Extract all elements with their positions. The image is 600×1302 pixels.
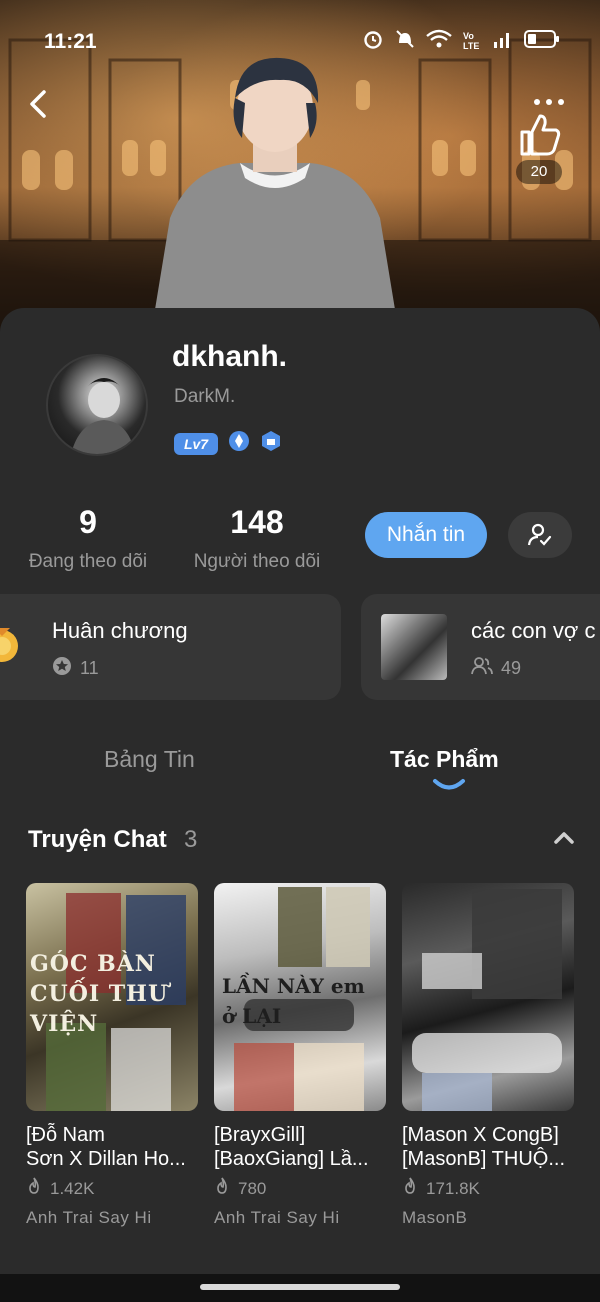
back-arrow-icon[interactable] (24, 86, 56, 122)
story-card[interactable]: [Mason X CongB] [MasonB] THUỘ... 171.8K … (402, 883, 574, 1228)
section-count: 3 (184, 826, 198, 853)
profile-banner: 11:21 Vo LTE 20 (0, 0, 600, 340)
collection-count-row: 49 (471, 656, 521, 681)
story-views-row: 1.42K (26, 1177, 198, 1200)
fire-icon (26, 1177, 42, 1200)
like-count: 20 (516, 160, 562, 184)
thumbs-badge-icon[interactable] (260, 430, 282, 457)
status-bar: 11:21 Vo LTE (0, 26, 600, 60)
following-label: Đang theo dõi (28, 551, 148, 572)
medal-count: 11 (80, 658, 99, 678)
alarm-icon (362, 28, 384, 55)
avatar-image (71, 378, 136, 454)
status-icons: Vo LTE (362, 28, 560, 55)
story-title-line1: [Mason X CongB] (402, 1124, 559, 1146)
tab-feed[interactable]: Bảng Tin (104, 746, 195, 773)
medal-count-row: 11 (52, 656, 99, 681)
medal-title: Huân chương (52, 618, 188, 643)
story-cover-text: LẦN NÀY em ở LẠI (222, 974, 365, 1028)
wifi-icon (426, 29, 452, 54)
story-title-line1: [Đỗ Nam (26, 1124, 105, 1146)
avatar[interactable] (46, 354, 148, 456)
status-time: 11:21 (44, 30, 97, 53)
following-stat[interactable]: 9 Đang theo dõi (20, 504, 156, 573)
story-cover-text: GÓC BÀN CUỐI THƯ VIỆN (30, 951, 169, 1037)
tab-indicator (433, 779, 465, 790)
story-cover (402, 883, 574, 1111)
section-title: Truyện Chat (28, 826, 167, 853)
battery-icon (524, 29, 560, 54)
followers-stat[interactable]: 148 Người theo dõi (186, 504, 328, 573)
story-views: 171.8K (426, 1178, 480, 1198)
home-indicator[interactable] (200, 1284, 400, 1290)
message-button[interactable]: Nhắn tin (365, 512, 487, 558)
thumbs-up-icon[interactable] (514, 110, 564, 160)
story-views: 1.42K (50, 1178, 95, 1198)
story-author[interactable]: MasonB (402, 1208, 574, 1228)
story-title-line2: Sơn X Dillan Ho... (26, 1148, 186, 1170)
mute-icon (394, 28, 416, 55)
navigation-bar (0, 1274, 600, 1302)
people-icon (471, 656, 493, 681)
collection-thumbnail (381, 614, 447, 680)
character-illustration (150, 57, 400, 340)
level-badge[interactable]: Lv7 (174, 432, 218, 455)
fire-icon (402, 1177, 418, 1200)
more-icon[interactable] (534, 92, 574, 112)
story-card[interactable]: GÓC BÀN CUỐI THƯ VIỆN [Đỗ Nam Sơn X Dill… (26, 883, 198, 1228)
chevron-up-icon[interactable] (552, 828, 576, 848)
story-title-line2: [BaoxGiang] Lầ... (214, 1148, 369, 1170)
story-views-row: 171.8K (402, 1177, 574, 1200)
story-author[interactable]: Anh Trai Say Hi (214, 1208, 386, 1228)
story-views: 780 (238, 1178, 267, 1198)
collection-count: 49 (501, 658, 522, 678)
story-title-line1: [BrayxGill] (214, 1124, 306, 1146)
user-handle: DarkM. (174, 386, 236, 407)
story-card[interactable]: LẦN NÀY em ở LẠI [BrayxGill] [BaoxGiang]… (214, 883, 386, 1228)
svg-text:Vo: Vo (463, 31, 474, 41)
collection-tile[interactable]: các con vợ c 49 (361, 594, 600, 700)
collection-title: các con vợ c (471, 618, 596, 643)
signal-icon (492, 29, 514, 54)
user-check-icon (527, 523, 552, 546)
following-count: 9 (79, 504, 97, 540)
followers-count: 148 (230, 504, 284, 540)
story-cover: GÓC BÀN CUỐI THƯ VIỆN (26, 883, 198, 1111)
fire-icon (214, 1177, 230, 1200)
svg-text:LTE: LTE (463, 41, 479, 50)
follow-button[interactable] (508, 512, 572, 558)
medal-tile[interactable]: Huân chương 11 (0, 594, 341, 700)
badge-row: Lv7 (174, 430, 282, 457)
medal-icon (0, 628, 18, 662)
story-views-row: 780 (214, 1177, 386, 1200)
profile-card: dkhanh. DarkM. Lv7 9 Đang theo dõi 148 N… (0, 308, 600, 1302)
star-icon (52, 656, 72, 681)
story-author[interactable]: Anh Trai Say Hi (26, 1208, 198, 1228)
volte-icon: Vo LTE (462, 28, 482, 55)
story-title-line2: [MasonB] THUỘ... (402, 1148, 566, 1170)
username: dkhanh. (172, 340, 288, 373)
followers-label: Người theo dõi (193, 551, 321, 572)
diamond-badge-icon[interactable] (228, 430, 250, 457)
tab-works[interactable]: Tác Phẩm (390, 746, 499, 773)
story-cover: LẦN NÀY em ở LẠI (214, 883, 386, 1111)
